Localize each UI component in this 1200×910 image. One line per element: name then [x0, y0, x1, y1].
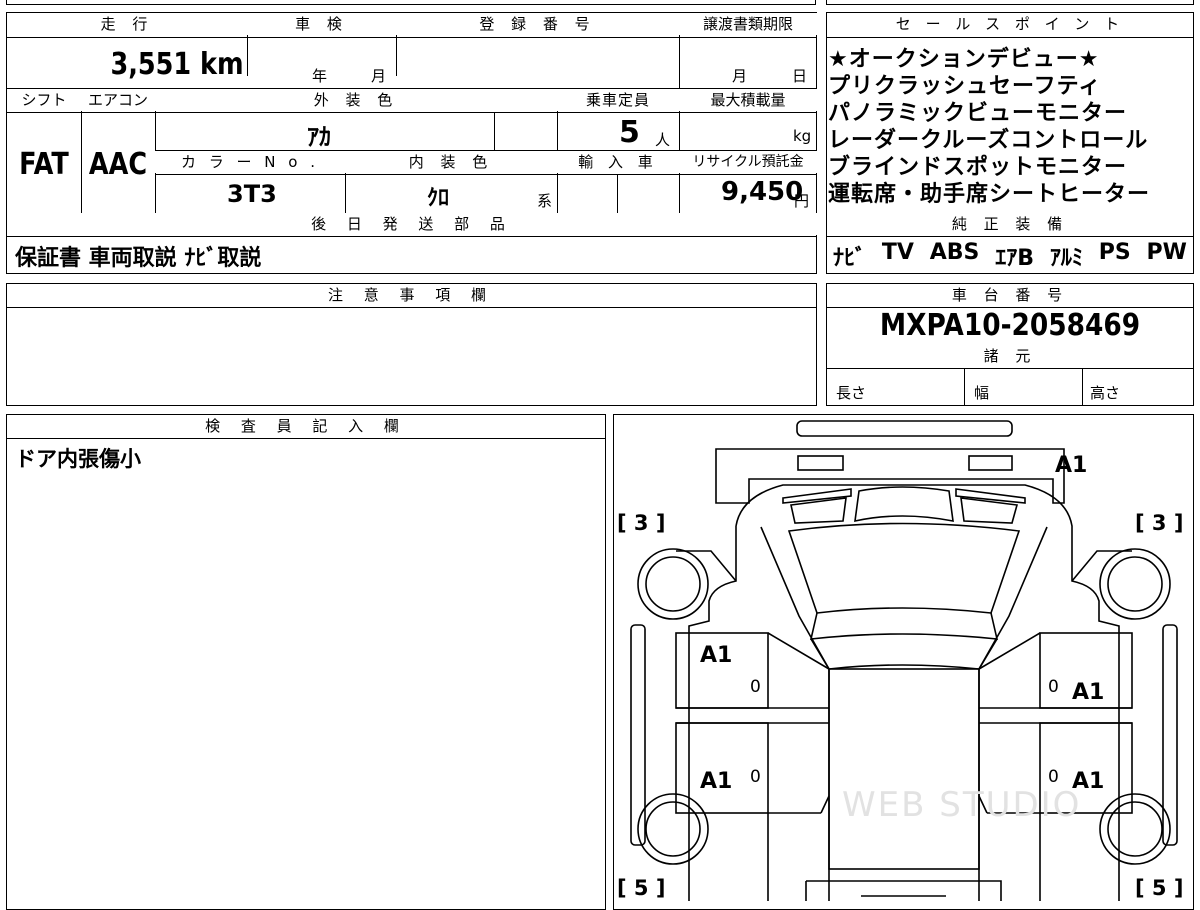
equipment-item: PS — [1098, 240, 1131, 265]
import-header: 輸 入 車 — [557, 151, 679, 173]
interior-color-value: ｸﾛ — [427, 186, 450, 211]
spec-length: 長さ — [836, 384, 867, 402]
specs-header: 諸 元 — [827, 345, 1193, 367]
mark-rear-bumper: A1 — [1055, 453, 1088, 478]
registration-header: 登 録 番 号 — [396, 13, 679, 35]
inspection-year: 年 — [312, 67, 328, 85]
exterior-color-header: 外 装 色 — [155, 89, 557, 111]
capacity-header: 乗車定員 — [557, 89, 679, 111]
sales-point-item: パノラミックビューモニター — [828, 101, 1128, 126]
car-diagram-box: WEB STUDIO A1 A1 A1 A1 A1 0 0 0 0 [ 3 ] … — [613, 414, 1194, 910]
chassis-box: 車 台 番 号 MXPA10-2058469 諸 元 長さ 幅 高さ — [826, 283, 1194, 406]
tire-rear-right: [ 5 ] — [1135, 876, 1184, 900]
chassis-header: 車 台 番 号 — [827, 284, 1193, 306]
mark-right-front-door: A1 — [1072, 680, 1105, 705]
sales-point-item: ★オークションデビュー★ — [828, 47, 1100, 72]
notes-header: 注 意 事 項 欄 — [7, 284, 815, 306]
mark-left-front-door: A1 — [700, 643, 733, 668]
transfer-deadline-header: 譲渡書類期限 — [679, 13, 817, 35]
sales-point-box: セ ー ル ス ポ イ ン ト ★オークションデビュー★ プリクラッシュセーフテ… — [826, 12, 1194, 274]
equipment-list: ﾅﾋﾞ TV ABS ｴｱB ｱﾙﾐ PS PW — [833, 240, 1187, 272]
capacity-unit: 人 — [655, 131, 671, 149]
notes-box: 注 意 事 項 欄 — [6, 283, 817, 406]
recycle-value: 9,450 — [721, 177, 804, 207]
sales-point-list: ★オークションデビュー★ プリクラッシュセーフティ パノラミックビューモニター … — [828, 46, 1150, 208]
top-strip — [0, 0, 1200, 6]
inspection-month: 月 — [371, 67, 387, 85]
later-parts-header: 後 日 発 送 部 品 — [7, 213, 817, 235]
tire-front-left: [ 3 ] — [617, 511, 666, 535]
tire-rear-left: [ 5 ] — [617, 876, 666, 900]
mark-zero: 0 — [1048, 767, 1059, 787]
transfer-day: 日 — [792, 67, 808, 85]
mark-zero: 0 — [750, 767, 761, 787]
exterior-color-value: ｱｶ — [307, 123, 331, 151]
transfer-month: 月 — [732, 67, 748, 85]
sales-point-header: セ ー ル ス ポ イ ン ト — [827, 13, 1193, 35]
sales-point-item: 運転席・助手席シートヒーター — [828, 182, 1151, 207]
later-parts-value: 保証書 車両取説 ﾅﾋﾞ取説 — [15, 246, 262, 271]
aircon-header: エアコン — [81, 89, 155, 111]
capacity-value: 5 — [619, 115, 640, 150]
equipment-item: ｴｱB — [995, 246, 1035, 271]
inspector-header: 検 査 員 記 入 欄 — [7, 415, 605, 437]
equipment-item: ﾅﾋﾞ — [833, 246, 867, 271]
equipment-item: ABS — [929, 240, 980, 265]
inspector-notes: ドア内張傷小 — [15, 447, 141, 471]
color-no-header: カ ラ ー N o . — [155, 151, 345, 173]
color-no-value: 3T3 — [227, 180, 277, 208]
vehicle-info-box: 走 行 車 検 登 録 番 号 譲渡書類期限 3,551 km 年 月 月 日 … — [6, 12, 817, 274]
sales-point-item: レーダークルーズコントロール — [828, 128, 1149, 153]
aircon-value: AAC — [88, 147, 148, 182]
equipment-item: PW — [1146, 240, 1187, 265]
interior-color-suffix: 系 — [537, 192, 553, 210]
sales-point-item: ブラインドスポットモニター — [828, 155, 1128, 180]
max-load-unit: kg — [793, 127, 812, 145]
chassis-number: MXPA10-2058469 — [879, 308, 1141, 343]
shift-header: シフト — [7, 89, 81, 111]
mark-zero: 0 — [750, 677, 761, 697]
max-load-header: 最大積載量 — [679, 89, 817, 111]
recycle-header: リサイクル預託金 — [679, 151, 817, 173]
shift-value: FAT — [19, 147, 69, 182]
equipment-header: 純 正 装 備 — [827, 213, 1193, 235]
watermark: WEB STUDIO — [842, 785, 1082, 825]
mileage-value: 3,551 km — [110, 47, 244, 82]
spec-width: 幅 — [974, 384, 990, 402]
equipment-item: ｱﾙﾐ — [1049, 246, 1083, 271]
spec-height: 高さ — [1090, 384, 1121, 402]
interior-color-header: 内 装 色 — [345, 151, 557, 173]
mark-zero: 0 — [1048, 677, 1059, 697]
mileage-header: 走 行 — [7, 13, 247, 35]
sales-point-item: プリクラッシュセーフティ — [828, 74, 1102, 99]
mark-left-rear-door: A1 — [700, 769, 733, 794]
equipment-item: TV — [881, 240, 914, 265]
inspector-box: 検 査 員 記 入 欄 ドア内張傷小 — [6, 414, 606, 910]
inspection-header: 車 検 — [247, 13, 396, 35]
mark-right-rear-door: A1 — [1072, 769, 1105, 794]
tire-front-right: [ 3 ] — [1135, 511, 1184, 535]
recycle-unit: 円 — [794, 192, 810, 210]
